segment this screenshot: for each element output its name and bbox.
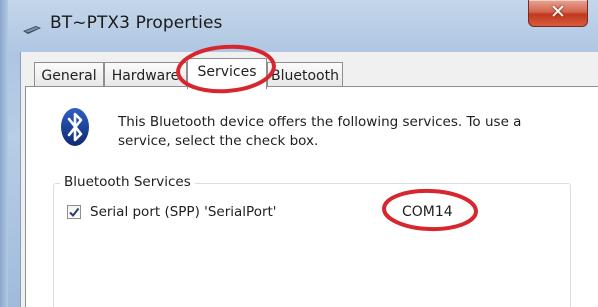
tab-hardware[interactable]: Hardware xyxy=(104,62,187,88)
bluetooth-icon xyxy=(60,107,90,147)
com-port-label: COM14 xyxy=(402,204,453,220)
properties-window: BT~PTX3 Properties ✕ General Hardware Se… xyxy=(0,0,598,307)
service-label[interactable]: Serial port (SPP) 'SerialPort' xyxy=(90,203,277,221)
group-title: Bluetooth Services xyxy=(60,173,195,191)
title-bar[interactable]: BT~PTX3 Properties ✕ xyxy=(0,0,598,50)
tab-general[interactable]: General xyxy=(34,62,104,88)
serial-port-checkbox[interactable] xyxy=(67,205,81,219)
window-title: BT~PTX3 Properties xyxy=(50,13,223,33)
tab-bluetooth[interactable]: Bluetooth xyxy=(267,62,343,88)
close-button[interactable]: ✕ xyxy=(528,0,588,27)
services-description: This Bluetooth device offers the followi… xyxy=(118,114,522,149)
close-icon: ✕ xyxy=(550,1,566,23)
tab-services[interactable]: Services xyxy=(187,58,267,89)
bluetooth-services-group xyxy=(53,183,571,307)
bluetooth-device-icon xyxy=(22,20,42,34)
checkmark-icon xyxy=(69,207,80,218)
